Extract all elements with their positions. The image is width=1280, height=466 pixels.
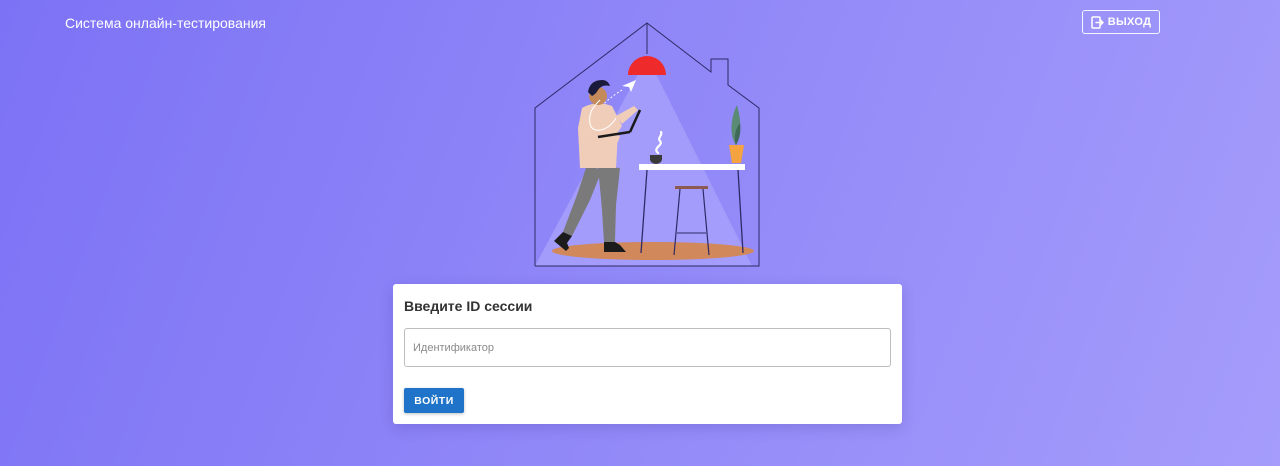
card-title: Введите ID сессии — [404, 298, 533, 314]
session-id-input[interactable] — [404, 328, 891, 367]
lamp — [628, 56, 666, 75]
app-title: Система онлайн-тестирования — [65, 15, 267, 31]
session-card: Введите ID сессии войти — [393, 284, 902, 424]
logout-icon — [1090, 15, 1104, 29]
login-button[interactable]: войти — [404, 388, 464, 413]
rug — [552, 242, 754, 260]
logout-button[interactable]: выход — [1082, 10, 1160, 34]
table — [639, 164, 745, 170]
logout-label: выход — [1107, 16, 1152, 28]
house-illustration — [534, 22, 760, 267]
